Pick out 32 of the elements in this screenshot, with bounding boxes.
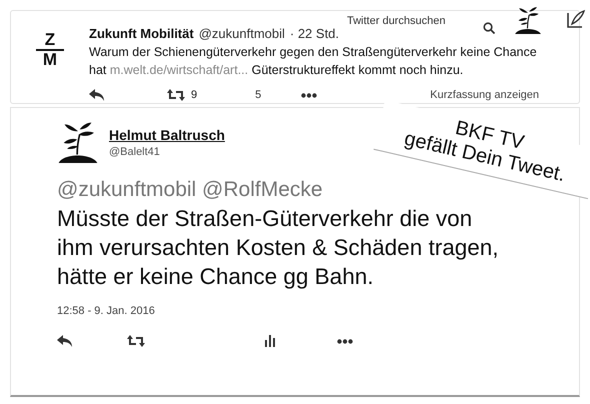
tweet-text: Warum der Schienengüterverkehr gegen den Straßengüterverkehr keine Chance hat m.welt.de/wirtschaft/art... Güterstruktureffekt kommt noch hinzu. — [89, 44, 538, 79]
reply-icon — [57, 335, 73, 347]
more-button[interactable] — [301, 92, 318, 98]
like-button[interactable]: 5 — [255, 89, 262, 101]
reply-button[interactable] — [89, 89, 105, 101]
tweet-time: · 22 Std. — [290, 26, 340, 41]
search-field[interactable]: Twitter durchsuchen — [341, 13, 483, 29]
more-button[interactable] — [337, 338, 353, 344]
compose-icon[interactable] — [566, 9, 586, 29]
stats-button[interactable] — [265, 335, 275, 347]
tweet-link[interactable]: m.welt.de/wirtschaft/art... — [110, 63, 248, 77]
author-name[interactable]: Helmut Baltrusch — [109, 126, 225, 142]
author-handle: @zukunftmobil — [198, 26, 285, 41]
mention-links[interactable]: @zukunftmobil @RolfMecke — [57, 178, 323, 202]
more-icon — [301, 92, 318, 98]
avatar-logo: Z M — [36, 31, 64, 71]
author-handle: @Balelt41 — [109, 146, 161, 158]
author-name: Zukunft Mobilität — [89, 26, 194, 41]
retweet-button[interactable]: 9 — [167, 89, 198, 101]
tweet-timestamp: 12:58 - 9. Jan. 2016 — [57, 305, 156, 317]
reply-icon — [89, 89, 105, 101]
summary-link[interactable]: Kurzfassung anzeigen — [430, 89, 539, 101]
search-icon[interactable] — [483, 22, 495, 34]
plant-logo-icon — [514, 5, 542, 35]
plant-avatar-icon — [57, 120, 99, 164]
tweet-text: Müsste der Straßen-Güterverkehr die von ihm verursachten Kosten & Schäden tragen, hätte er keine Chance gg Bahn. — [57, 205, 500, 291]
retweet-icon — [127, 335, 145, 347]
retweet-icon — [167, 89, 185, 101]
retweet-button[interactable] — [127, 335, 145, 347]
reply-button[interactable] — [57, 335, 73, 347]
stats-icon — [265, 335, 275, 347]
more-icon — [337, 338, 353, 344]
